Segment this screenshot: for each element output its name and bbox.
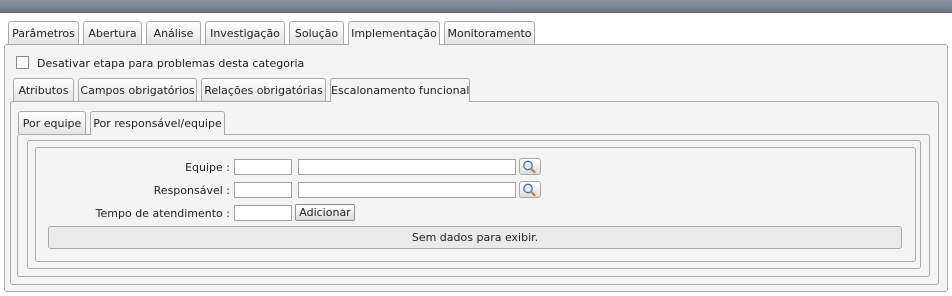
tab-campos-obrigatorios[interactable]: Campos obrigatórios [78, 78, 197, 101]
tab-label: Por responsável/equipe [93, 117, 222, 130]
tab-parametros[interactable]: Parâmetros [8, 21, 79, 44]
tab-label: Por equipe [22, 117, 82, 130]
add-button[interactable]: Adicionar [295, 204, 355, 221]
tab-implementacao[interactable]: Implementação [348, 21, 440, 45]
responsible-label: Responsável : [153, 184, 230, 197]
responsible-search-button[interactable] [519, 181, 541, 198]
tab-label: Monitoramento [447, 27, 532, 40]
tab-label: Investigação [210, 27, 280, 40]
tab-solucao[interactable]: Solução [289, 21, 344, 44]
tab-label: Parâmetros [12, 27, 75, 40]
tab-label: Abertura [88, 27, 137, 40]
tab-abertura[interactable]: Abertura [83, 21, 142, 44]
magnifier-icon [522, 183, 536, 197]
tab-label: Implementação [351, 27, 437, 40]
tab-monitoramento[interactable]: Monitoramento [444, 21, 535, 44]
magnifier-icon [522, 160, 536, 174]
responsible-name-input[interactable] [298, 182, 516, 198]
responsible-code-input[interactable] [234, 182, 292, 198]
tab-escalonamento-funcional[interactable]: Escalonamento funcional [330, 78, 470, 102]
disable-step-label: Desativar etapa para problemas desta cat… [37, 57, 305, 70]
results-table-empty: Sem dados para exibir. [48, 226, 902, 249]
tab-investigacao[interactable]: Investigação [205, 21, 285, 44]
tab-label: Escalonamento funcional [331, 84, 470, 97]
tab-label: Relações obrigatórias [204, 84, 323, 97]
tab-por-equipe[interactable]: Por equipe [18, 111, 86, 134]
tab-label: Atributos [18, 84, 69, 97]
team-name-input[interactable] [298, 159, 516, 175]
disable-step-checkbox[interactable] [16, 56, 29, 69]
tab-label: Solução [294, 27, 339, 40]
empty-message: Sem dados para exibir. [411, 231, 539, 244]
time-label: Tempo de atendimento : [95, 207, 230, 220]
tab-relacoes-obrigatorias[interactable]: Relações obrigatórias [201, 78, 326, 101]
team-label: Equipe : [185, 161, 230, 174]
team-code-input[interactable] [234, 159, 292, 175]
tab-analise[interactable]: Análise [146, 21, 201, 44]
tab-label: Análise [153, 27, 194, 40]
team-search-button[interactable] [519, 158, 541, 175]
tab-atributos[interactable]: Atributos [13, 78, 74, 101]
time-input[interactable] [234, 205, 292, 221]
top-bar [0, 0, 952, 13]
tab-por-responsavel-equipe[interactable]: Por responsável/equipe [90, 111, 225, 135]
tab-label: Campos obrigatórios [80, 84, 195, 97]
